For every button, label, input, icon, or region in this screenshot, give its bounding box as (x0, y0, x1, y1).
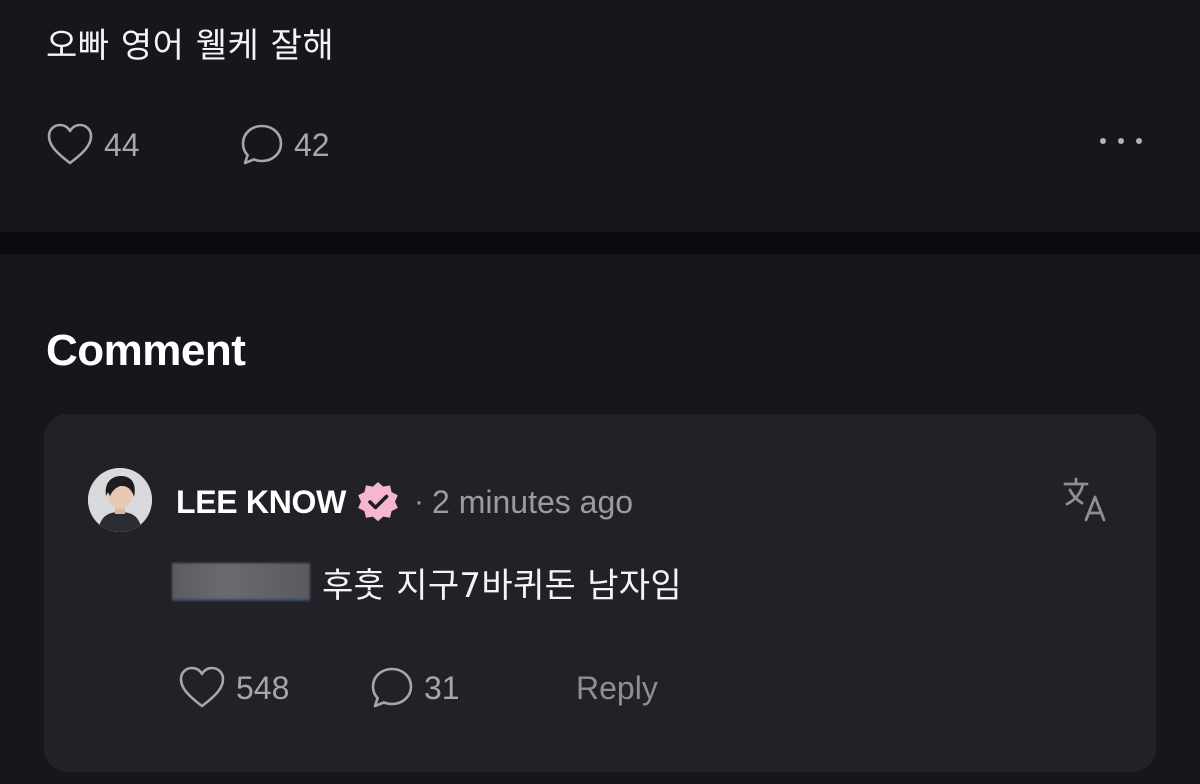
more-dot (1118, 138, 1124, 144)
comment-card: LEE KNOW · 2 minutes ago 후훗 지구7바퀴돈 남자임 5… (44, 414, 1156, 772)
more-options-button[interactable] (1100, 138, 1142, 144)
avatar-image (88, 468, 152, 532)
meta-separator: · (414, 485, 425, 518)
more-dot (1136, 138, 1142, 144)
post-text: 오빠 영어 웰케 잘해 (46, 26, 335, 66)
heart-icon (179, 666, 225, 708)
comment-replies-button[interactable]: 31 (370, 666, 576, 710)
author-name[interactable]: LEE KNOW (176, 484, 346, 521)
comment-bubble-icon (241, 124, 283, 165)
comment-timestamp: 2 minutes ago (432, 483, 634, 520)
verified-badge-icon (358, 482, 398, 522)
comment-heading: Comment (46, 326, 246, 375)
comment-actions: 548 31 Reply (178, 664, 658, 712)
post-comment-count: 42 (294, 126, 330, 163)
post: 오빠 영어 웰케 잘해 44 42 (0, 0, 1200, 232)
post-actions: 44 42 (46, 122, 330, 168)
comment-like-count: 548 (236, 669, 290, 706)
comment-section: Comment LEE KNOW · 2 minutes ago 후훗 지구7바… (0, 254, 1200, 784)
comment-body: 후훗 지구7바퀴돈 남자임 (172, 558, 682, 606)
translate-icon[interactable] (1062, 476, 1110, 524)
more-dot (1100, 138, 1106, 144)
avatar[interactable] (88, 468, 152, 532)
comment-bubble-icon (371, 667, 413, 708)
comment-reply-count: 31 (424, 669, 460, 706)
heart-icon (47, 123, 93, 165)
redacted-mention (172, 563, 310, 601)
reply-button[interactable]: Reply (576, 670, 658, 707)
comment-text: 후훗 지구7바퀴돈 남자임 (322, 565, 682, 606)
post-like-button[interactable]: 44 (46, 122, 240, 168)
author-row: LEE KNOW · 2 minutes ago (176, 480, 633, 524)
post-like-count: 44 (104, 126, 140, 163)
post-comment-button[interactable]: 42 (240, 123, 330, 167)
comment-like-button[interactable]: 548 (178, 665, 370, 711)
section-divider (0, 232, 1200, 254)
